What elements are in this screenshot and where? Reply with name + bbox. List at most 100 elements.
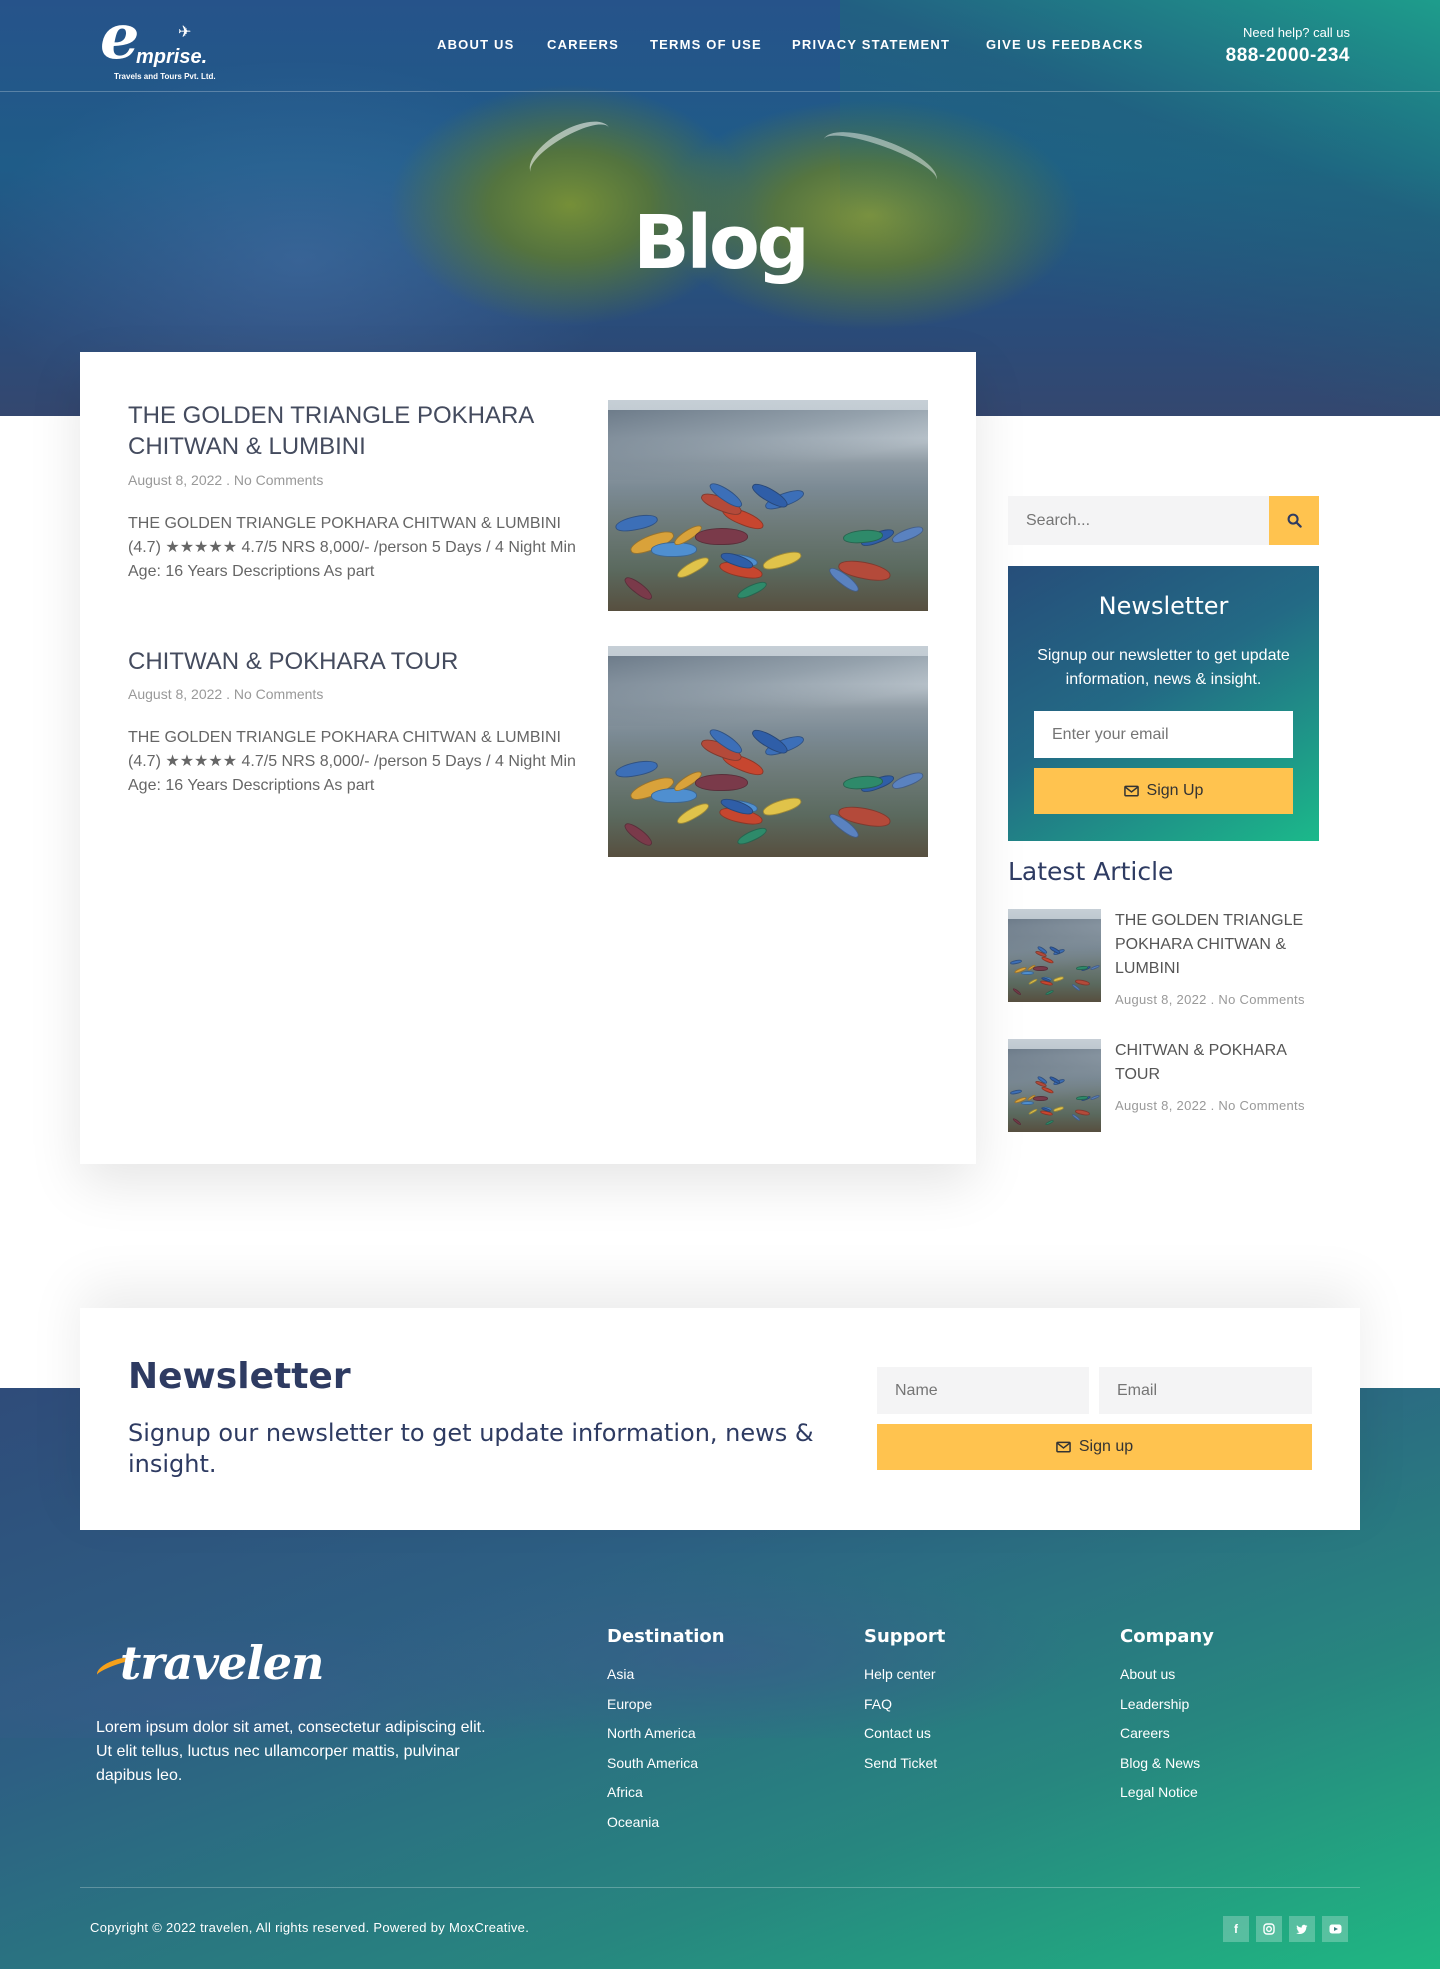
footer-link-help-center[interactable]: Help center bbox=[864, 1665, 945, 1695]
boat-shape bbox=[1044, 988, 1055, 996]
latest-article-thumbnail[interactable] bbox=[1008, 909, 1101, 1002]
boat-shape bbox=[613, 757, 659, 780]
post-title[interactable]: THE GOLDEN TRIANGLE POKHARA CHITWAN & LU… bbox=[128, 400, 568, 462]
post-meta: August 8, 2022 . No Comments bbox=[128, 686, 324, 702]
boat-shape bbox=[889, 523, 925, 546]
boat-shape bbox=[761, 794, 803, 819]
footer-link-send-ticket[interactable]: Send Ticket bbox=[864, 1754, 945, 1784]
boat-shape bbox=[1033, 965, 1049, 971]
newsletter-band-signup-label: Sign up bbox=[1078, 1438, 1134, 1455]
footer-column-title: Support bbox=[864, 1626, 946, 1647]
footer-link-faq[interactable]: FAQ bbox=[864, 1695, 945, 1725]
boat-shape bbox=[889, 769, 925, 792]
footer-column-company: Company About us Leadership Careers Blog… bbox=[1120, 1626, 1214, 1813]
boat-shape bbox=[735, 824, 769, 848]
latest-article-title[interactable]: CHITWAN & POKHARA TOUR bbox=[1115, 1039, 1319, 1087]
help-contact: Need help? call us 888-2000-234 bbox=[1226, 25, 1350, 67]
latest-article-thumbnail[interactable] bbox=[1008, 1039, 1101, 1132]
envelope-icon bbox=[1123, 785, 1139, 797]
logo-tagline: Travels and Tours Pvt. Ltd. bbox=[114, 72, 216, 81]
post-title[interactable]: CHITWAN & POKHARA TOUR bbox=[128, 646, 568, 677]
latest-article-title[interactable]: THE GOLDEN TRIANGLE POKHARA CHITWAN & LU… bbox=[1115, 909, 1319, 981]
newsletter-band: Newsletter Signup our newsletter to get … bbox=[80, 1308, 1360, 1530]
footer-link-leadership[interactable]: Leadership bbox=[1120, 1695, 1214, 1725]
boat-shape bbox=[674, 553, 712, 582]
blog-post: CHITWAN & POKHARA TOUR August 8, 2022 . … bbox=[128, 646, 928, 857]
blog-posts-card: THE GOLDEN TRIANGLE POKHARA CHITWAN & LU… bbox=[80, 352, 976, 1164]
boats-photo bbox=[608, 400, 928, 611]
twitter-glyph bbox=[1296, 1924, 1308, 1934]
newsletter-name-input[interactable] bbox=[877, 1367, 1089, 1414]
newsletter-band-subtitle: Signup our newsletter to get update info… bbox=[128, 1419, 814, 1478]
boat-shape bbox=[694, 528, 748, 546]
search-input[interactable] bbox=[1008, 496, 1269, 545]
search-widget bbox=[1008, 496, 1319, 545]
boat-shape bbox=[1044, 1118, 1055, 1126]
footer-link-careers[interactable]: Careers bbox=[1120, 1724, 1214, 1754]
boat-shape bbox=[735, 578, 769, 602]
post-excerpt: THE GOLDEN TRIANGLE POKHARA CHITWAN & LU… bbox=[128, 515, 576, 580]
sidebar-newsletter: Newsletter Signup our newsletter to get … bbox=[1008, 566, 1319, 841]
newsletter-email-input[interactable] bbox=[1099, 1367, 1312, 1414]
help-phone-number[interactable]: 888-2000-234 bbox=[1226, 45, 1350, 67]
newsletter-email-input[interactable] bbox=[1034, 711, 1293, 758]
latest-article-item[interactable]: CHITWAN & POKHARA TOUR August 8, 2022 . … bbox=[1008, 1039, 1319, 1132]
facebook-icon[interactable]: f bbox=[1223, 1916, 1249, 1942]
search-icon bbox=[1287, 513, 1302, 528]
footer-logo[interactable]: travelen bbox=[94, 1636, 324, 1696]
boat-shape bbox=[613, 511, 659, 534]
top-navigation-bar: e ✈ mprise. Travels and Tours Pvt. Ltd. … bbox=[0, 0, 1440, 92]
footer-link-about-us[interactable]: About us bbox=[1120, 1665, 1214, 1695]
nav-about-us[interactable]: ABOUT US bbox=[437, 37, 515, 52]
footer-link-south-america[interactable]: South America bbox=[607, 1754, 725, 1784]
youtube-glyph bbox=[1329, 1924, 1341, 1934]
boat-shape bbox=[694, 774, 748, 792]
boat-shape bbox=[622, 574, 656, 603]
instagram-glyph bbox=[1263, 1923, 1275, 1935]
footer-link-blog-news[interactable]: Blog & News bbox=[1120, 1754, 1214, 1784]
newsletter-signup-label: Sign Up bbox=[1146, 782, 1204, 799]
footer-column-destination: Destination Asia Europe North America So… bbox=[607, 1626, 725, 1842]
footer-link-asia[interactable]: Asia bbox=[607, 1665, 725, 1695]
boat-shape bbox=[761, 548, 803, 573]
footer-link-north-america[interactable]: North America bbox=[607, 1724, 725, 1754]
footer-link-oceania[interactable]: Oceania bbox=[607, 1813, 725, 1843]
search-button[interactable] bbox=[1269, 496, 1319, 545]
boat-shape bbox=[1033, 1095, 1049, 1101]
youtube-icon[interactable] bbox=[1322, 1916, 1348, 1942]
footer-link-europe[interactable]: Europe bbox=[607, 1695, 725, 1725]
twitter-icon[interactable] bbox=[1289, 1916, 1315, 1942]
instagram-icon[interactable] bbox=[1256, 1916, 1282, 1942]
footer-logo-wordmark: travelen bbox=[120, 1636, 324, 1690]
boats-photo bbox=[608, 646, 928, 857]
latest-article-heading: Latest Article bbox=[1008, 857, 1174, 886]
boat-shape bbox=[674, 799, 712, 828]
footer-about-text: Lorem ipsum dolor sit amet, consectetur … bbox=[96, 1719, 486, 1784]
boat-shape bbox=[622, 820, 656, 849]
nav-give-us-feedbacks[interactable]: GIVE US FEEDBACKS bbox=[986, 37, 1144, 52]
footer-link-legal-notice[interactable]: Legal Notice bbox=[1120, 1783, 1214, 1813]
post-image[interactable] bbox=[608, 646, 928, 857]
newsletter-signup-button[interactable]: Sign Up bbox=[1034, 768, 1293, 814]
blog-post: THE GOLDEN TRIANGLE POKHARA CHITWAN & LU… bbox=[128, 400, 928, 611]
envelope-icon bbox=[1056, 1441, 1071, 1453]
boats-photo bbox=[1008, 909, 1101, 1002]
newsletter-band-signup-button[interactable]: Sign up bbox=[877, 1424, 1312, 1470]
latest-article-item[interactable]: THE GOLDEN TRIANGLE POKHARA CHITWAN & LU… bbox=[1008, 909, 1319, 1019]
post-meta: August 8, 2022 . No Comments bbox=[128, 472, 324, 488]
main-nav: ABOUT US CAREERS TERMS OF USE PRIVACY ST… bbox=[0, 37, 1440, 57]
footer-link-contact-us[interactable]: Contact us bbox=[864, 1724, 945, 1754]
footer-column-title: Destination bbox=[607, 1626, 725, 1647]
nav-privacy-statement[interactable]: PRIVACY STATEMENT bbox=[792, 37, 950, 52]
post-image[interactable] bbox=[608, 400, 928, 611]
nav-careers[interactable]: CAREERS bbox=[547, 37, 619, 52]
footer-divider bbox=[80, 1887, 1360, 1888]
page-title: Blog bbox=[633, 200, 810, 286]
copyright-text: Copyright © 2022 travelen, All rights re… bbox=[90, 1920, 530, 1935]
post-excerpt: THE GOLDEN TRIANGLE POKHARA CHITWAN & LU… bbox=[128, 729, 576, 794]
latest-article-meta: August 8, 2022 . No Comments bbox=[1115, 1098, 1305, 1113]
help-label: Need help? call us bbox=[1243, 25, 1350, 40]
footer-link-africa[interactable]: Africa bbox=[607, 1783, 725, 1813]
nav-terms-of-use[interactable]: TERMS OF USE bbox=[650, 37, 762, 52]
newsletter-band-title: Newsletter bbox=[128, 1356, 351, 1397]
